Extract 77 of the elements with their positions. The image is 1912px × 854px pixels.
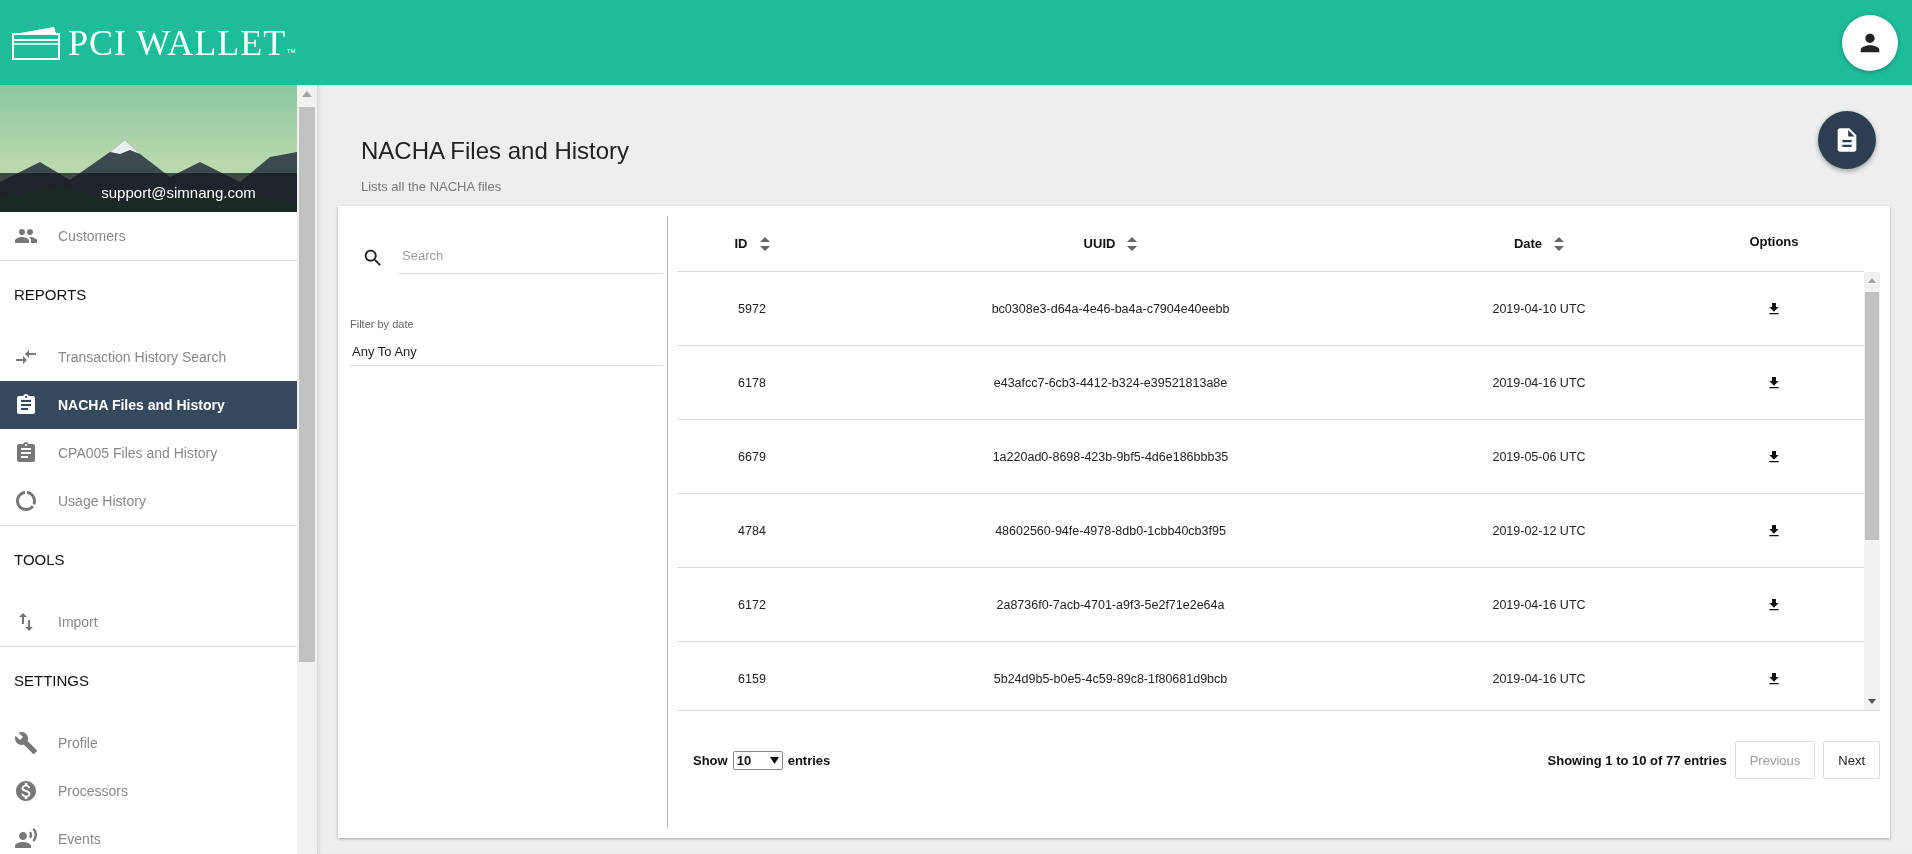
column-header: Options	[1748, 234, 1800, 249]
table-cell: 2a8736f0-7acb-4701-a9f3-5e2f71e2e64a	[996, 597, 1225, 612]
table-cell: 2019-04-16 UTC	[1492, 671, 1586, 686]
table-cell: 4784	[738, 523, 766, 538]
table-cell: 2019-04-16 UTC	[1492, 597, 1586, 612]
download-icon[interactable]	[1766, 448, 1782, 465]
table-cell: e43afcc7-6cb3-4412-b324-e39521813a8e	[993, 375, 1228, 390]
entries-label: entries	[787, 752, 831, 768]
table-cell: 6178	[738, 375, 766, 390]
table-cell: bc0308e3-d64a-4e46-ba4a-c7904e40eebb	[991, 301, 1230, 316]
date-filter-field[interactable]: Any To Any	[350, 336, 663, 366]
column-header[interactable]: ID	[677, 236, 827, 251]
sort-icon	[1554, 236, 1565, 251]
nav-item[interactable]: Profile	[0, 719, 297, 767]
column-header[interactable]: UUID	[827, 236, 1394, 251]
download-icon[interactable]	[1766, 522, 1782, 539]
nav-item[interactable]: Usage History	[0, 477, 297, 525]
nav-item[interactable]: Events	[0, 815, 297, 854]
table-cell: 5b24d9b5-b0e5-4c59-89c8-1f80681d9bcb	[993, 671, 1228, 686]
table-cell: 2019-04-10 UTC	[1492, 301, 1586, 316]
nav-item-label: NACHA Files and History	[58, 397, 225, 413]
sort-icon	[1127, 236, 1138, 251]
nav-item-label: Processors	[58, 783, 129, 799]
nav-item[interactable]: Import	[0, 598, 297, 646]
sidebar-scrollbar[interactable]	[297, 85, 317, 854]
table-cell: 2019-05-06 UTC	[1492, 449, 1586, 464]
document-fab-button[interactable]	[1818, 111, 1876, 169]
nav-item[interactable]: NACHA Files and History	[0, 381, 297, 429]
download-icon[interactable]	[1766, 596, 1782, 613]
table-cell: 1a220ad0-8698-423b-9bf5-4d6e186bbb35	[992, 449, 1229, 464]
nav-item[interactable]: Processors	[0, 767, 297, 815]
page-title: NACHA Files and History	[361, 137, 630, 165]
search-icon	[362, 247, 384, 269]
table-cell: 6159	[738, 671, 766, 686]
nav-item-label: Events	[58, 831, 101, 847]
table-cell: 6172	[738, 597, 766, 612]
nav-item[interactable]: Customers	[0, 212, 297, 260]
column-header[interactable]: Date	[1394, 236, 1684, 251]
ring-chart-icon	[14, 489, 38, 513]
nav-item-label: CPA005 Files and History	[58, 445, 218, 461]
wallet-card-logo-icon	[12, 24, 60, 61]
table-scrollbar[interactable]	[1864, 272, 1880, 710]
table-cell: 2019-02-12 UTC	[1492, 523, 1586, 538]
person-sound-icon	[14, 827, 38, 851]
page-size-select[interactable]: 10	[732, 750, 783, 770]
section-heading: SETTINGS	[13, 671, 90, 691]
table-cell: 48602560-94fe-4978-8db0-1cbb40cb3f95	[995, 523, 1226, 538]
nav-item[interactable]: Transaction History Search	[0, 333, 297, 381]
table-cell: 6679	[738, 449, 766, 464]
table-cell: 2019-04-16 UTC	[1492, 375, 1586, 390]
nav-item-label: Customers	[58, 228, 126, 244]
dropdown-caret-icon	[769, 756, 779, 764]
clipboard-icon	[14, 441, 38, 465]
nav-item-label: Transaction History Search	[58, 349, 227, 365]
trademark-mark: ™	[286, 46, 297, 58]
nav-item-label: Import	[58, 614, 98, 630]
download-icon[interactable]	[1766, 670, 1782, 687]
nav-item-label: Profile	[58, 735, 98, 751]
entries-summary: Showing 1 to 10 of 77 entries	[1547, 752, 1727, 768]
clipboard-icon	[14, 393, 38, 417]
filter-label: Filter by date	[350, 318, 415, 330]
section-heading: TOOLS	[13, 550, 66, 570]
page-subtitle: Lists all the NACHA files	[361, 179, 503, 194]
dollar-coin-icon	[14, 779, 38, 803]
user-avatar-button[interactable]	[1842, 14, 1898, 71]
sort-icon	[759, 236, 770, 251]
wrench-icon	[14, 731, 38, 755]
download-icon[interactable]	[1766, 300, 1782, 317]
nav-item-label: Usage History	[58, 493, 146, 509]
logo-text: PCI WALLET	[68, 24, 287, 61]
user-email: support@simnang.com	[100, 184, 256, 201]
section-heading: REPORTS	[13, 285, 88, 305]
download-icon[interactable]	[1766, 374, 1782, 391]
table-cell: 5972	[738, 301, 766, 316]
nav-item[interactable]: CPA005 Files and History	[0, 429, 297, 477]
pagination-button[interactable]: Next	[1823, 741, 1880, 779]
show-label: Show	[693, 752, 728, 768]
